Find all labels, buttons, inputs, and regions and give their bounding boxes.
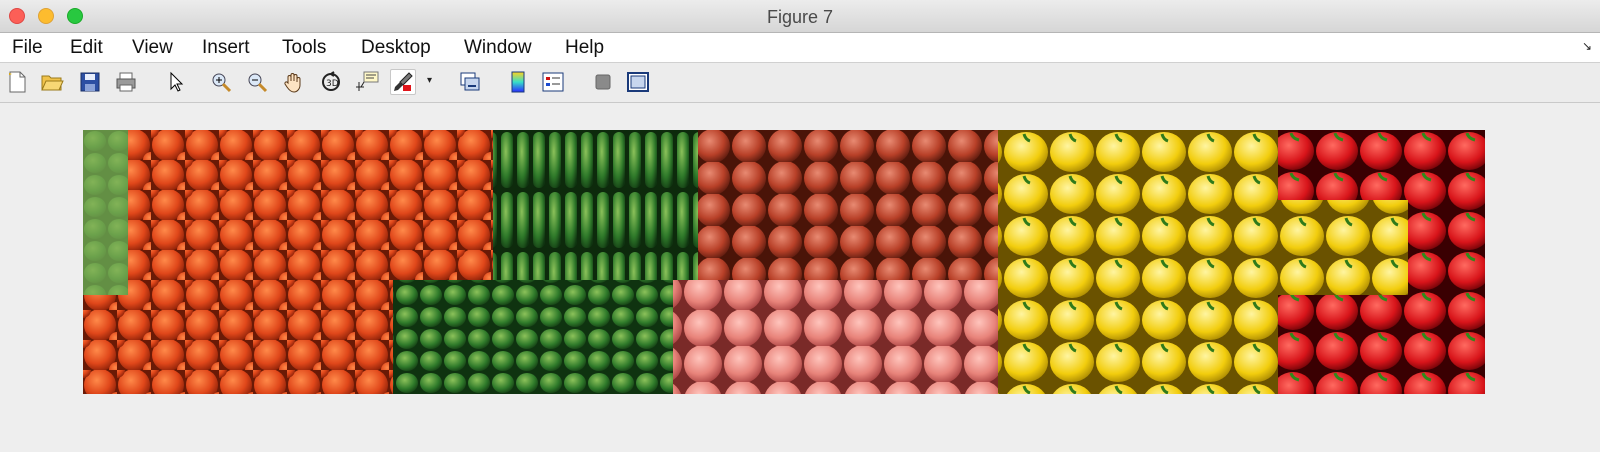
menu-help[interactable]: Help: [565, 37, 604, 59]
zoom-out-icon[interactable]: [244, 69, 270, 95]
hide-plot-tools-icon[interactable]: [590, 69, 616, 95]
image-axes[interactable]: [83, 130, 1485, 394]
insert-legend-icon[interactable]: [540, 69, 566, 95]
link-plot-icon[interactable]: [457, 69, 483, 95]
brush-dropdown-icon[interactable]: ▾: [427, 75, 432, 86]
dock-figure-icon[interactable]: ↘: [1582, 39, 1592, 53]
new-figure-icon[interactable]: [4, 69, 30, 95]
brush-icon[interactable]: [390, 69, 416, 95]
show-plot-tools-icon[interactable]: [625, 69, 651, 95]
title-bar: Figure 7: [0, 0, 1600, 33]
save-icon[interactable]: [77, 69, 103, 95]
vegetables-image: [83, 130, 1485, 394]
menu-edit[interactable]: Edit: [70, 37, 103, 59]
svg-text:3D: 3D: [326, 79, 339, 89]
print-icon[interactable]: [113, 69, 139, 95]
menu-insert[interactable]: Insert: [202, 37, 250, 59]
cucumbers-small-section: [393, 280, 683, 394]
window-title: Figure 7: [766, 7, 834, 27]
zoom-in-icon[interactable]: [208, 69, 234, 95]
menu-window[interactable]: Window: [464, 37, 532, 59]
cucumbers-long-section: [493, 130, 733, 280]
insert-colorbar-icon[interactable]: [505, 69, 531, 95]
pan-hand-icon[interactable]: [281, 69, 307, 95]
open-file-icon[interactable]: [39, 69, 65, 95]
menu-view[interactable]: View: [132, 37, 173, 59]
data-cursor-icon[interactable]: [355, 69, 381, 95]
rotate-3d-icon[interactable]: 3D: [318, 69, 344, 95]
figure-toolbar: 3D ▾: [0, 63, 1600, 103]
yellow-peppers-section: [998, 130, 1283, 394]
pink-tomatoes-section: [673, 280, 1053, 394]
red-tomatoes-section: [698, 130, 1028, 295]
menu-desktop[interactable]: Desktop: [361, 37, 431, 59]
menu-file[interactable]: File: [12, 37, 43, 59]
menu-bar: File Edit View Insert Tools Desktop Wind…: [0, 33, 1600, 63]
edit-plot-arrow-icon[interactable]: [163, 69, 189, 95]
menu-tools[interactable]: Tools: [282, 37, 326, 59]
